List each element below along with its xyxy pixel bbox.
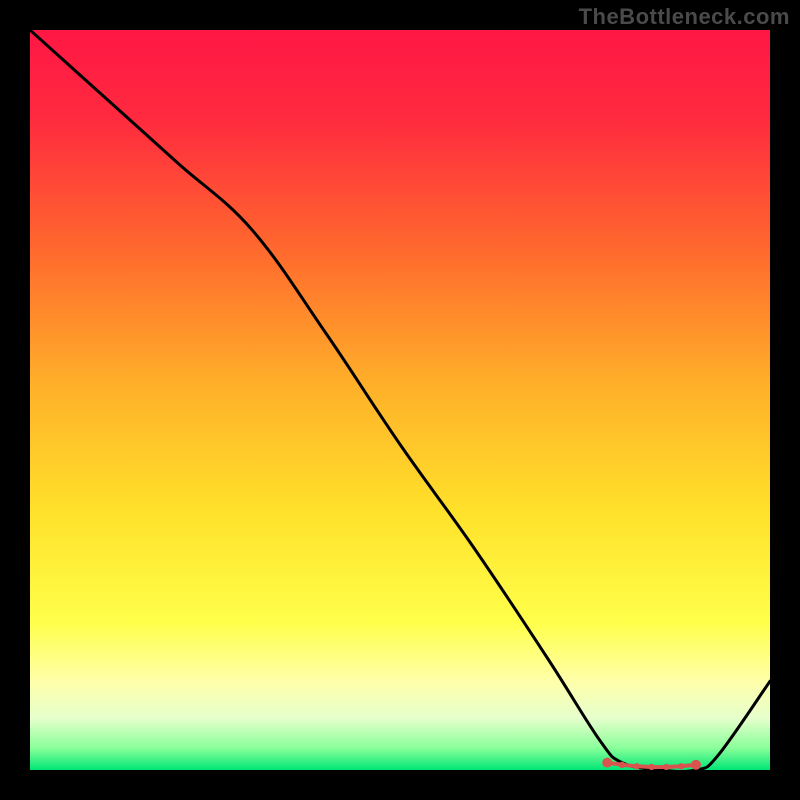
marker-dot — [648, 764, 654, 770]
marker-dot — [663, 764, 669, 770]
marker-dot — [602, 758, 612, 768]
gradient-background — [30, 30, 770, 770]
watermark-text: TheBottleneck.com — [579, 4, 790, 30]
chart-svg — [30, 30, 770, 770]
chart-frame: TheBottleneck.com — [0, 0, 800, 800]
marker-dot — [619, 762, 625, 768]
marker-dot — [691, 760, 701, 770]
plot-area — [30, 30, 770, 770]
marker-dot — [678, 763, 684, 769]
marker-dot — [634, 763, 640, 769]
